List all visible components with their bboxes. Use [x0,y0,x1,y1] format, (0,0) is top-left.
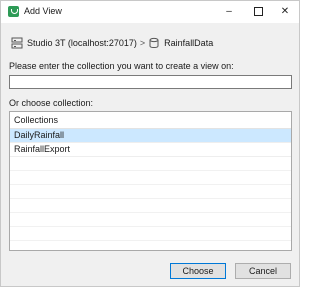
cancel-button[interactable]: Cancel [235,263,291,279]
server-icon [11,37,23,49]
close-button[interactable]: ✕ [271,1,299,23]
breadcrumb-database[interactable]: RainfallData [164,38,213,48]
empty-row [10,213,291,227]
empty-row [10,171,291,185]
maximize-button[interactable] [244,1,272,23]
collections-header: Collections [10,112,291,129]
breadcrumb-separator: > [139,38,146,48]
database-icon [149,37,159,48]
empty-row [10,185,291,199]
collection-prompt-label: Please enter the collection you want to … [9,61,234,71]
minimize-button[interactable]: – [215,1,243,23]
breadcrumb-connection[interactable]: Studio 3T (localhost:27017) [27,38,137,48]
title-bar: Add View – ✕ [1,1,299,23]
choose-collection-label: Or choose collection: [9,98,94,108]
window-title: Add View [24,6,62,16]
list-item[interactable]: DailyRainfall [10,129,291,143]
list-item[interactable]: RainfallExport [10,143,291,157]
empty-row [10,199,291,213]
empty-row [10,241,291,250]
empty-row [10,227,291,241]
collection-name-input[interactable] [9,75,292,89]
collections-list[interactable]: Collections DailyRainfall RainfallExport [9,111,292,251]
choose-button[interactable]: Choose [170,263,226,279]
breadcrumb: Studio 3T (localhost:27017) > RainfallDa… [11,36,213,50]
add-view-dialog: Add View – ✕ Studio 3T (localhost:27017)… [0,0,300,287]
empty-row [10,157,291,171]
app-logo-icon [8,6,19,17]
